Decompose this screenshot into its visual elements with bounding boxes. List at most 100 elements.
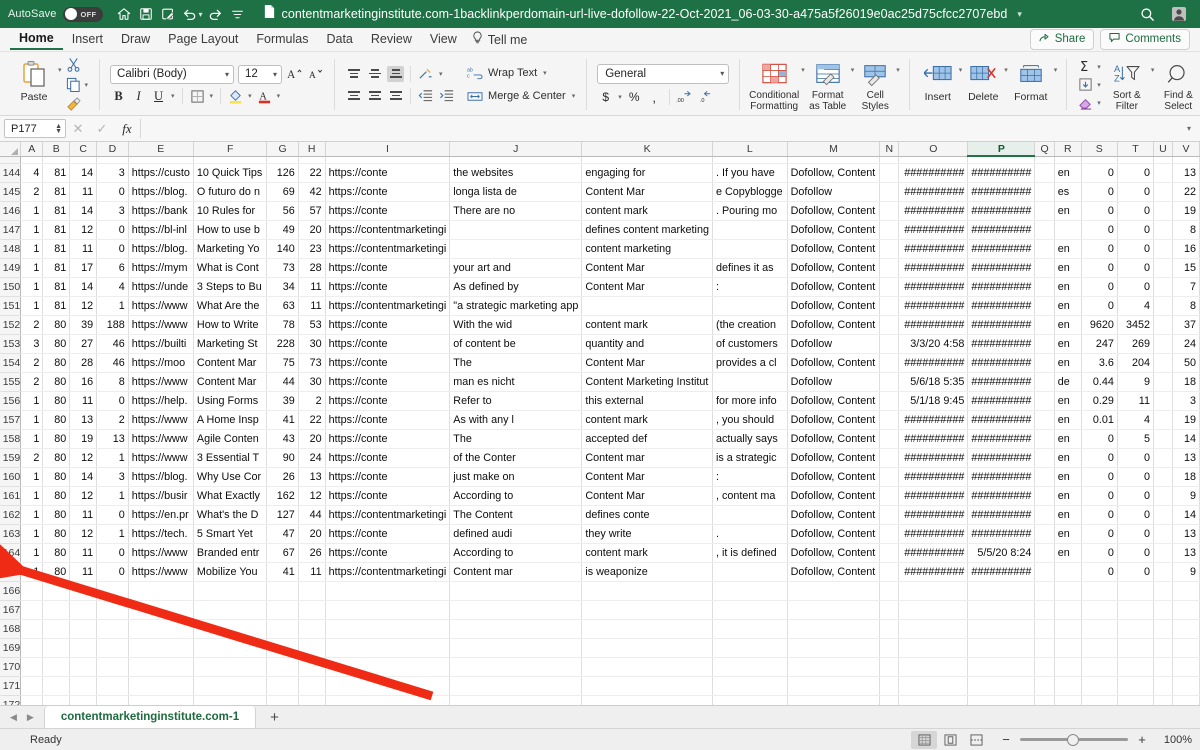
cell-C158[interactable]: 19: [69, 429, 98, 449]
cell-G153[interactable]: 228: [266, 334, 299, 354]
cell-Q158[interactable]: [1034, 429, 1055, 449]
row-header-164[interactable]: 164: [0, 543, 22, 563]
cell-T145[interactable]: 0: [1117, 182, 1154, 202]
cell-L164[interactable]: , it is defined: [712, 543, 788, 563]
cell-B171[interactable]: [42, 676, 71, 696]
cell-U156[interactable]: [1153, 391, 1173, 411]
cell-C150[interactable]: 14: [69, 277, 98, 297]
cell-D160[interactable]: 3: [96, 467, 129, 487]
cell-M145[interactable]: Dofollow: [787, 182, 881, 202]
row-header-172[interactable]: 172: [0, 695, 22, 705]
cell-D148[interactable]: 0: [96, 239, 129, 259]
cell-R169[interactable]: [1054, 638, 1082, 658]
table-row[interactable]: 154 2 80 28 46 https://moo Content Mar 75 73 http…: [0, 353, 1200, 373]
cell-R156[interactable]: en: [1054, 391, 1082, 411]
cell-U157[interactable]: [1153, 410, 1173, 430]
cell-T148[interactable]: 0: [1117, 239, 1154, 259]
cell-H169[interactable]: [298, 638, 326, 658]
cell-C143[interactable]: [69, 156, 98, 164]
cell-S163[interactable]: 0: [1081, 524, 1118, 544]
cell-E168[interactable]: [128, 619, 194, 639]
cell-N157[interactable]: [879, 410, 900, 430]
cell-D145[interactable]: 0: [96, 182, 129, 202]
cell-L151[interactable]: [712, 296, 788, 316]
cell-M160[interactable]: Dofollow, Content: [787, 467, 881, 487]
row-header-149[interactable]: 149: [0, 258, 22, 278]
cell-F148[interactable]: Marketing Yo: [193, 239, 268, 259]
cell-H155[interactable]: 30: [298, 372, 326, 392]
cell-K170[interactable]: [581, 657, 713, 677]
cell-P160[interactable]: ##########: [967, 467, 1036, 487]
cell-T162[interactable]: 0: [1117, 505, 1154, 525]
cell-C165[interactable]: 11: [69, 562, 98, 582]
cell-S159[interactable]: 0: [1081, 448, 1118, 468]
format-painter-icon[interactable]: [65, 96, 82, 113]
cell-P159[interactable]: ##########: [967, 448, 1036, 468]
cell-F165[interactable]: Mobilize You: [193, 562, 268, 582]
cell-G151[interactable]: 63: [266, 296, 299, 316]
cell-H163[interactable]: 20: [298, 524, 326, 544]
cell-F156[interactable]: Using Forms: [193, 391, 268, 411]
row-header-146[interactable]: 146: [0, 201, 22, 221]
cell-S165[interactable]: 0: [1081, 562, 1118, 582]
cell-H152[interactable]: 53: [298, 315, 326, 335]
cell-M167[interactable]: [787, 600, 881, 620]
cell-T163[interactable]: 0: [1117, 524, 1154, 544]
tab-review[interactable]: Review: [362, 30, 421, 49]
underline-caret-icon[interactable]: ▾: [170, 92, 176, 100]
column-header-j[interactable]: J: [449, 142, 583, 157]
cell-N159[interactable]: [879, 448, 900, 468]
cell-K155[interactable]: Content Marketing Institut: [581, 372, 713, 392]
cell-F147[interactable]: How to use b: [193, 220, 268, 240]
cell-O169[interactable]: [898, 638, 969, 658]
cell-J165[interactable]: Content mar: [449, 562, 583, 582]
cell-G148[interactable]: 140: [266, 239, 299, 259]
cell-J149[interactable]: your art and: [449, 258, 583, 278]
cell-R161[interactable]: en: [1054, 486, 1082, 506]
cell-A163[interactable]: 1: [20, 524, 44, 544]
cell-B160[interactable]: 80: [42, 467, 71, 487]
cell-E155[interactable]: https://www: [128, 372, 194, 392]
decrease-indent-icon[interactable]: [417, 87, 434, 104]
cell-D167[interactable]: [96, 600, 129, 620]
row-header-144[interactable]: 144: [0, 163, 22, 183]
cell-M171[interactable]: [787, 676, 881, 696]
cell-J159[interactable]: of the Conter: [449, 448, 583, 468]
cell-Q155[interactable]: [1034, 372, 1055, 392]
cell-F153[interactable]: Marketing St: [193, 334, 268, 354]
cell-L154[interactable]: provides a cl: [712, 353, 788, 373]
cell-R171[interactable]: [1054, 676, 1082, 696]
cell-K153[interactable]: quantity and: [581, 334, 713, 354]
cut-icon[interactable]: [65, 56, 82, 73]
cell-H170[interactable]: [298, 657, 326, 677]
cell-styles-button[interactable]: Cell Styles: [855, 54, 895, 115]
cell-P166[interactable]: [967, 581, 1036, 601]
column-header-t[interactable]: T: [1117, 142, 1154, 157]
cell-Q144[interactable]: [1034, 163, 1055, 183]
cell-M170[interactable]: [787, 657, 881, 677]
font-size-input[interactable]: 12 ▾: [238, 64, 283, 84]
cell-E157[interactable]: https://www: [128, 410, 194, 430]
cell-N168[interactable]: [879, 619, 900, 639]
cell-V171[interactable]: [1172, 676, 1200, 696]
cell-E160[interactable]: https://blog.: [128, 467, 194, 487]
cell-V154[interactable]: 50: [1172, 353, 1200, 373]
cell-U148[interactable]: [1153, 239, 1173, 259]
cell-J146[interactable]: There are no: [449, 201, 583, 221]
table-row[interactable]: 144 4 81 14 3 https://custo 10 Quick Tips 126 22…: [0, 163, 1200, 183]
cell-U168[interactable]: [1153, 619, 1173, 639]
cell-N169[interactable]: [879, 638, 900, 658]
cell-O151[interactable]: ##########: [898, 296, 969, 316]
cell-R158[interactable]: en: [1054, 429, 1082, 449]
cell-C145[interactable]: 11: [69, 182, 98, 202]
page-break-view-icon[interactable]: [963, 731, 989, 749]
cell-B152[interactable]: 80: [42, 315, 71, 335]
cell-K167[interactable]: [581, 600, 713, 620]
row-header-161[interactable]: 161: [0, 486, 22, 506]
row-header-147[interactable]: 147: [0, 220, 22, 240]
cell-A164[interactable]: 1: [20, 543, 44, 563]
cell-V168[interactable]: [1172, 619, 1200, 639]
cell-O146[interactable]: ##########: [898, 201, 969, 221]
cell-C168[interactable]: [69, 619, 98, 639]
row-header-160[interactable]: 160: [0, 467, 22, 487]
